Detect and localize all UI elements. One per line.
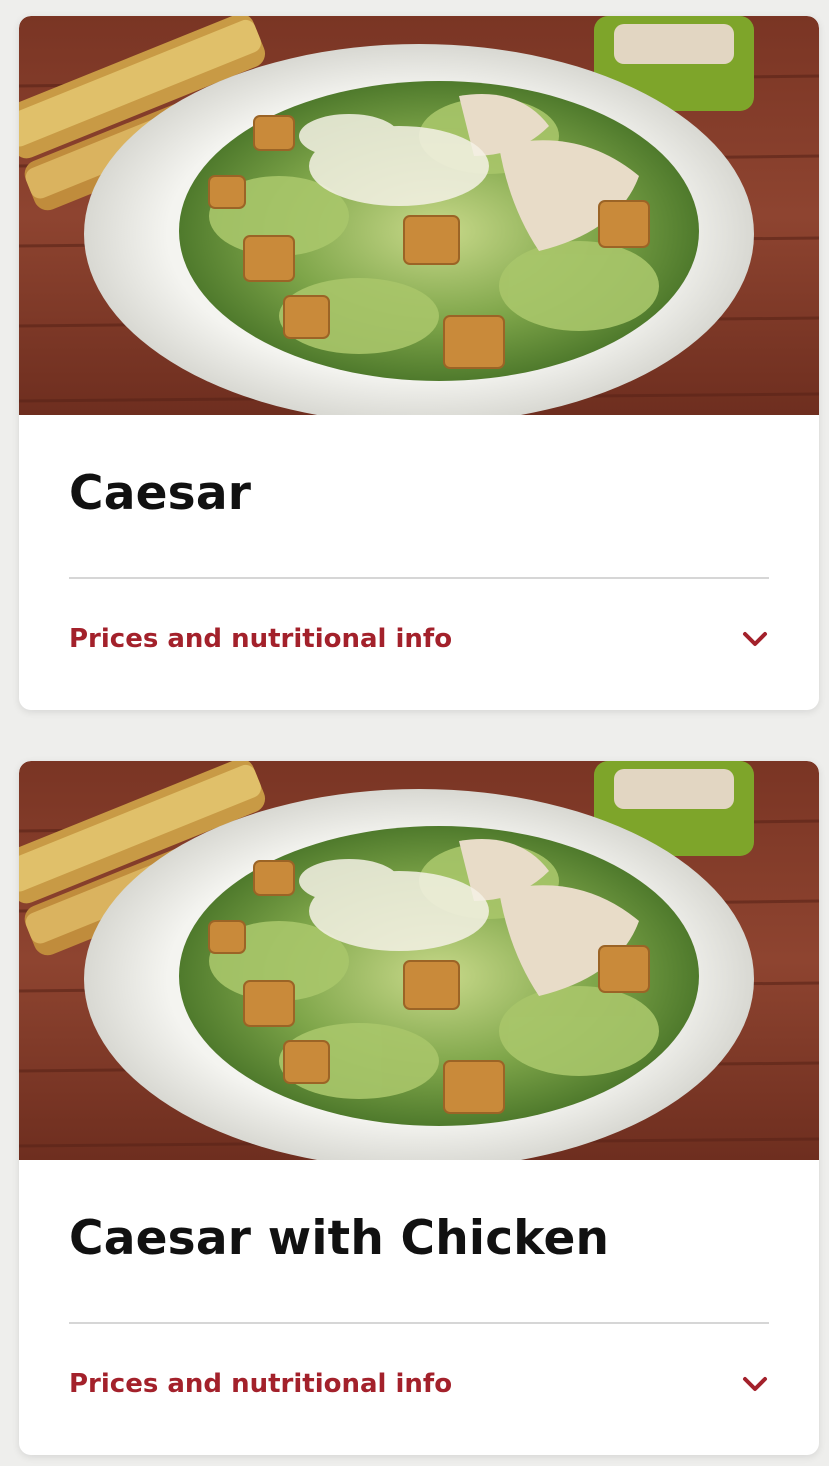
menu-card-caesar-with-chicken[interactable]: Caesar with Chicken Prices and nutrition…: [19, 761, 819, 1455]
prices-nutrition-label: Prices and nutritional info: [69, 1369, 453, 1399]
divider: [69, 1322, 769, 1324]
menu-list: Caesar Prices and nutritional info Caesa…: [0, 0, 829, 1466]
chevron-down-icon[interactable]: [741, 625, 769, 653]
menu-card-caesar[interactable]: Caesar Prices and nutritional info: [19, 16, 819, 710]
caesar-salad-photo: [19, 16, 819, 415]
prices-nutrition-toggle[interactable]: Prices and nutritional info: [69, 1359, 769, 1409]
caesar-salad-with-chicken-photo: [19, 761, 819, 1160]
menu-item-title: Caesar with Chicken: [69, 1211, 610, 1266]
chevron-down-icon[interactable]: [741, 1370, 769, 1398]
menu-item-title: Caesar: [69, 466, 252, 521]
prices-nutrition-toggle[interactable]: Prices and nutritional info: [69, 614, 769, 664]
prices-nutrition-label: Prices and nutritional info: [69, 624, 453, 654]
divider: [69, 577, 769, 579]
